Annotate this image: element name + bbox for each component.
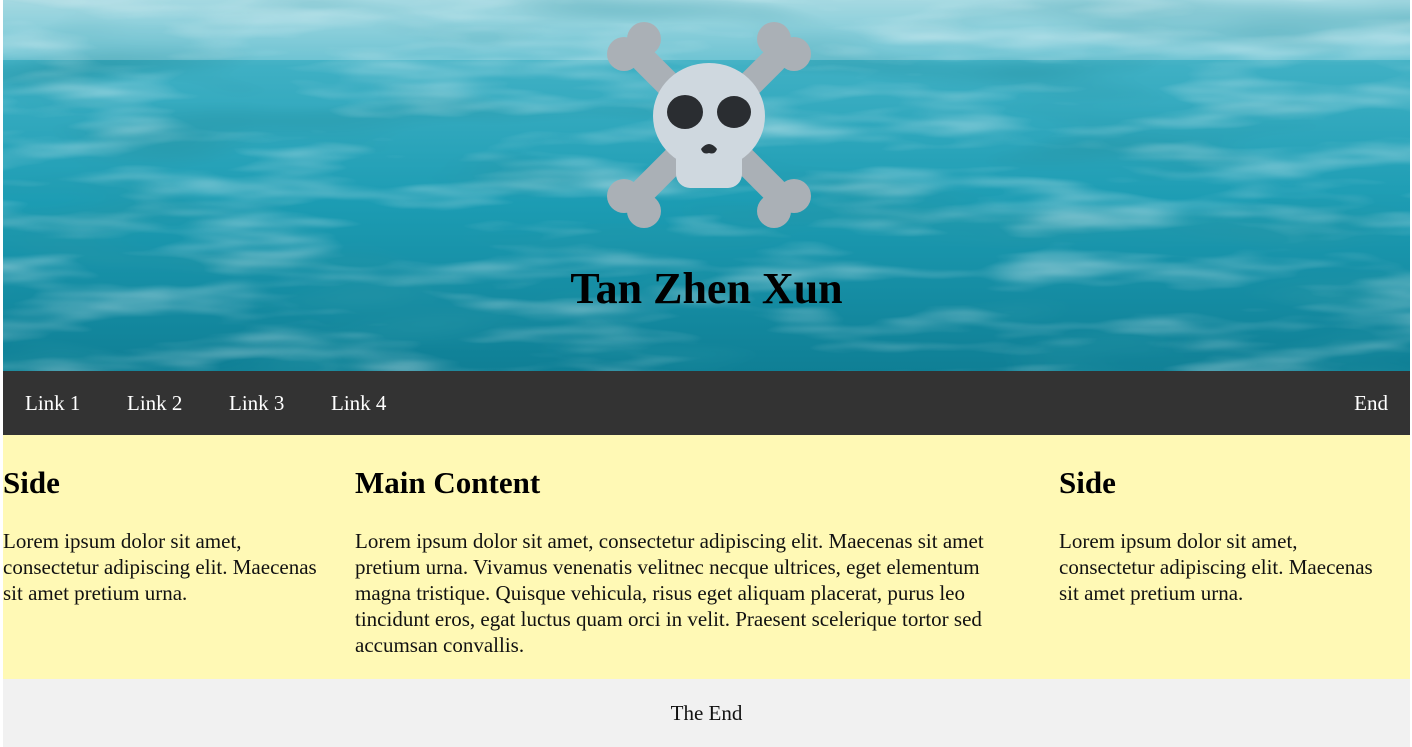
footer: The End bbox=[3, 679, 1410, 747]
main-content-text: Lorem ipsum dolor sit amet, consectetur … bbox=[355, 529, 984, 657]
right-side-text: Lorem ipsum dolor sit amet, consectetur … bbox=[1059, 529, 1373, 605]
nav-link-1[interactable]: Link 1 bbox=[25, 371, 80, 435]
nav-link-2[interactable]: Link 2 bbox=[127, 371, 182, 435]
header-banner: Tan Zhen Xun bbox=[3, 0, 1410, 371]
skull-and-crossbones-icon bbox=[607, 22, 811, 228]
nav-link-3[interactable]: Link 3 bbox=[229, 371, 284, 435]
footer-text: The End bbox=[670, 701, 743, 725]
page-title: Tan Zhen Xun bbox=[570, 264, 843, 313]
nav-link-4[interactable]: Link 4 bbox=[331, 371, 386, 435]
content-row: Side Lorem ipsum dolor sit amet, consect… bbox=[3, 435, 1410, 679]
left-side-text: Lorem ipsum dolor sit amet, consectetur … bbox=[3, 529, 317, 605]
right-side-heading: Side bbox=[1059, 465, 1116, 500]
page: Tan Zhen Xun Link 1 Link 2 Link 3 Link 4… bbox=[3, 0, 1410, 747]
nav-link-end[interactable]: End bbox=[1354, 371, 1388, 435]
left-side-heading: Side bbox=[3, 465, 60, 500]
nav-bar: Link 1 Link 2 Link 3 Link 4 End bbox=[3, 371, 1410, 435]
main-content-heading: Main Content bbox=[355, 465, 541, 500]
